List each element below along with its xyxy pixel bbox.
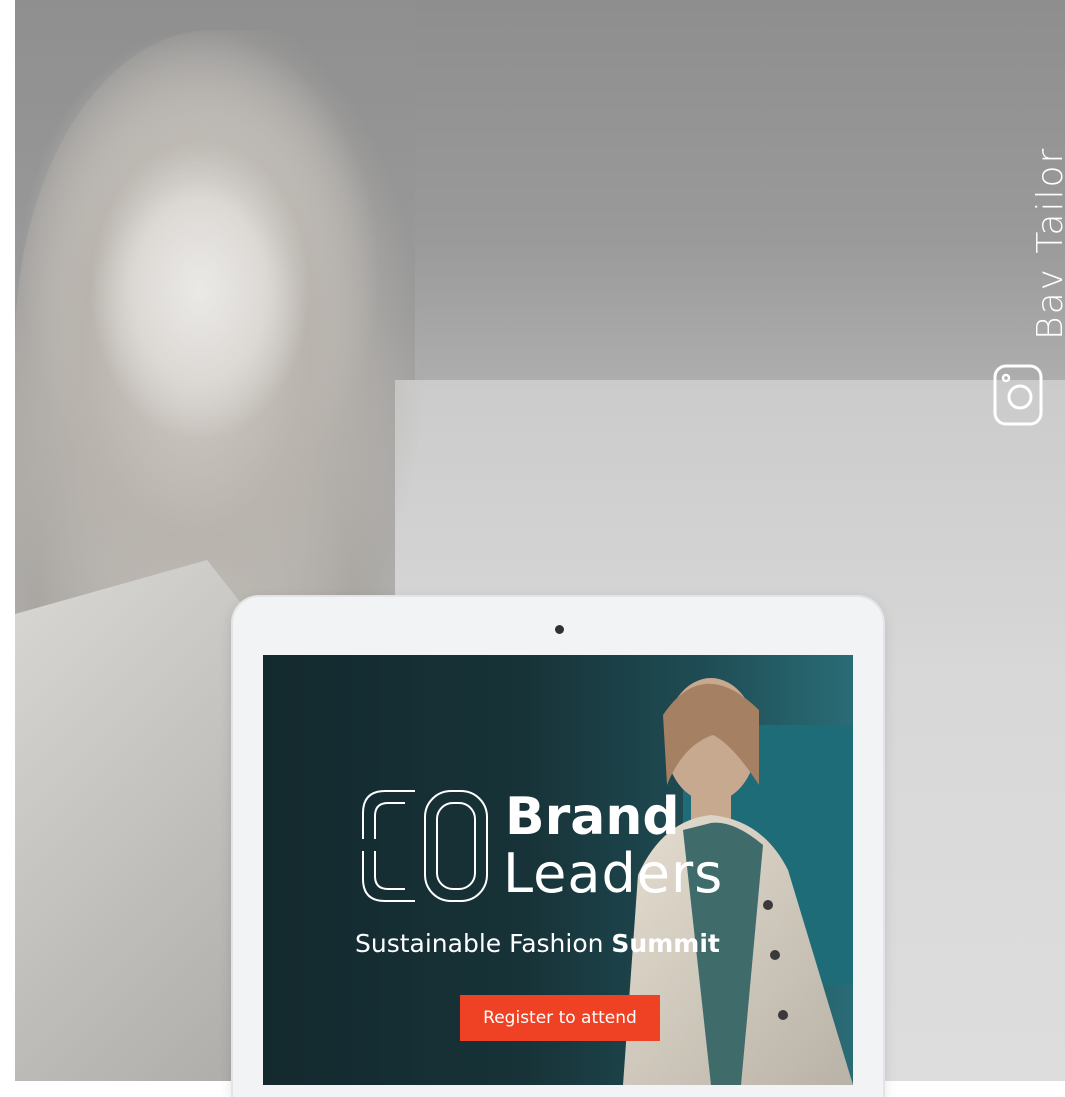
instagram-icon[interactable] <box>993 364 1043 426</box>
register-button[interactable]: Register to attend <box>460 995 660 1041</box>
event-subtitle: Sustainable Fashion Summit <box>355 929 775 958</box>
subtitle-light: Sustainable Fashion <box>355 929 612 958</box>
logo-word-brand: Brand <box>505 787 680 847</box>
tablet-mockup: Brand Leaders Sustainable Fashion Summit… <box>233 597 883 1097</box>
logo-word-leaders: Leaders <box>503 842 724 905</box>
brand-name: Bav Tailor <box>1030 146 1065 340</box>
wall-shadow <box>415 0 1065 400</box>
subtitle-bold: Summit <box>611 929 720 958</box>
tablet-screen: Brand Leaders Sustainable Fashion Summit… <box>263 655 853 1085</box>
camera-dot <box>555 625 564 634</box>
